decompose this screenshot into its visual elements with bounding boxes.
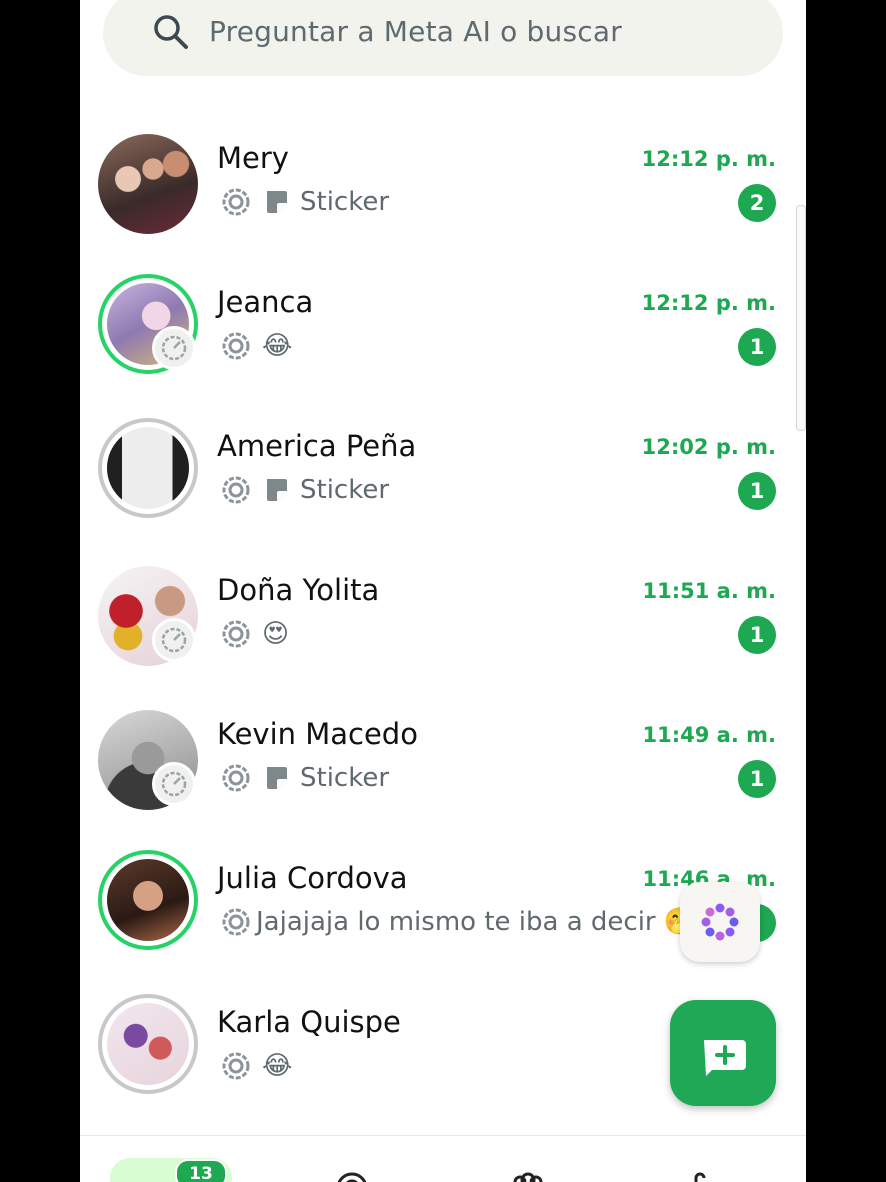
avatar[interactable] [98,418,198,518]
contact-name: Mery [217,141,289,175]
view-once-icon [222,764,250,792]
view-once-icon [222,908,250,936]
search-bar[interactable]: Preguntar a Meta AI o buscar [103,0,783,76]
chat-row-mery[interactable]: Mery 12:12 p. m. Sticker 2 [80,120,806,264]
view-once-icon [222,188,250,216]
contact-name: Karla Quispe [217,1005,401,1039]
unread-badge: 1 [738,616,776,654]
message-preview: 😂 [220,1048,292,1084]
message-time: 11:51 a. m. [642,579,776,603]
unread-badge: 1 [738,472,776,510]
contact-name: Julia Cordova [217,861,408,895]
unread-badge: 2 [738,184,776,222]
view-once-icon [222,332,250,360]
message-time: 12:02 p. m. [641,435,776,459]
message-preview: Sticker [220,184,389,220]
view-once-icon [222,476,250,504]
nav-tab-communities-icon[interactable] [508,1172,548,1182]
chat-row-america-pena[interactable]: America Peña 12:02 p. m. Sticker 1 [80,408,806,552]
message-preview: 😂 [220,328,292,364]
chats-unread-count: 13 [175,1159,227,1182]
preview-emoji: 😂 [262,1051,293,1081]
avatar[interactable] [98,134,198,234]
message-preview: Jajajaja lo mismo te iba a decir 🤭 [220,904,696,940]
avatar[interactable] [98,994,198,1094]
preview-text: Sticker [300,187,390,217]
chat-row-dona-yolita[interactable]: Doña Yolita 11:51 a. m. 😍 1 [80,552,806,696]
chat-list-screen: Preguntar a Meta AI o buscar Mery 12:12 … [80,0,806,1182]
contact-name: America Peña [217,429,417,463]
search-icon [154,15,188,49]
preview-emoji: 😂 [262,331,293,361]
status-timer-icon [152,618,196,662]
view-once-icon [222,1052,250,1080]
preview-text: Jajajaja lo mismo te iba a decir 🤭 [256,907,697,937]
preview-emoji: 😍 [262,619,290,649]
meta-ai-button[interactable] [680,882,760,962]
new-chat-icon [704,1040,746,1076]
contact-name: Kevin Macedo [217,717,418,751]
contact-name: Jeanca [217,285,314,319]
contact-name: Doña Yolita [217,573,380,607]
unread-badge: 1 [738,760,776,798]
message-time: 11:49 a. m. [642,723,776,747]
bottom-navigation: 13 [80,1135,806,1182]
message-preview: Sticker [220,760,389,796]
message-time: 12:12 p. m. [641,291,776,315]
status-timer-icon [152,762,196,806]
sticker-icon [267,191,287,213]
nav-tab-calls-icon[interactable] [692,1170,708,1182]
chat-row-kevin-macedo[interactable]: Kevin Macedo 11:49 a. m. Sticker 1 [80,696,806,840]
meta-ai-icon [701,903,739,941]
preview-text: Sticker [300,763,390,793]
search-placeholder: Preguntar a Meta AI o buscar [209,15,622,48]
sticker-icon [267,767,287,789]
nav-tab-updates-icon[interactable] [334,1168,370,1182]
avatar[interactable] [98,850,198,950]
view-once-icon [222,620,250,648]
new-chat-button[interactable] [670,1000,776,1106]
chat-row-jeanca[interactable]: Jeanca 12:12 p. m. 😂 1 [80,264,806,408]
message-preview: 😍 [220,616,289,652]
message-preview: Sticker [220,472,389,508]
unread-badge: 1 [738,328,776,366]
message-time: 12:12 p. m. [641,147,776,171]
sticker-icon [267,479,287,501]
preview-text: Sticker [300,475,390,505]
status-timer-icon [152,326,196,370]
